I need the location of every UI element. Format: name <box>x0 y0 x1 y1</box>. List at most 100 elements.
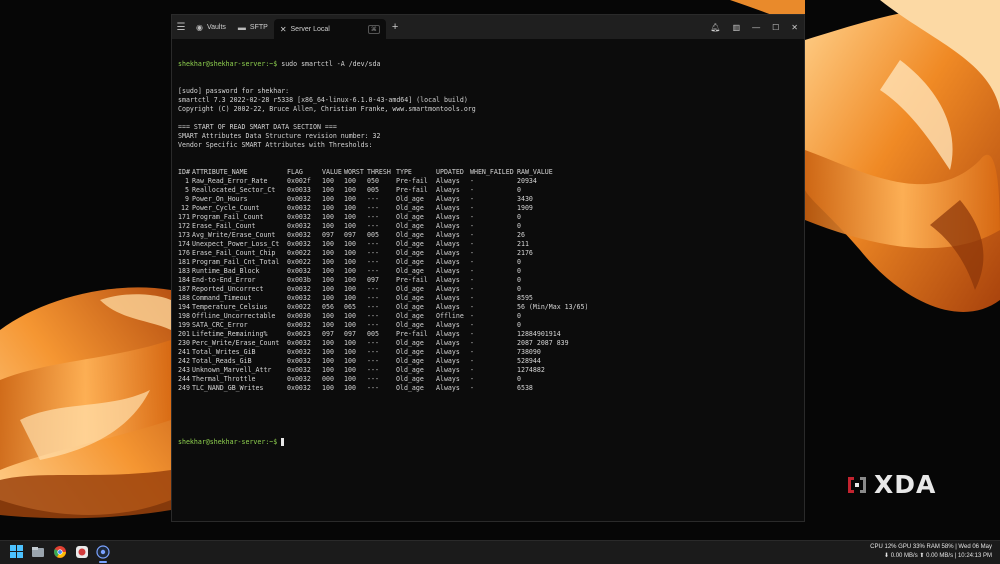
table-cell: End-to-End_Error <box>192 276 256 284</box>
table-cell: 100 <box>322 249 334 257</box>
table-cell: 100 <box>322 204 334 212</box>
table-cell: Raw_Read_Error_Rate <box>192 177 268 185</box>
title-bar[interactable]: ☰ ◉ Vaults ▬ SFTP ✕ Server Local ⌘ + 🔔︎ … <box>172 15 804 39</box>
table-cell: Always <box>436 366 460 374</box>
table-cell: 0 <box>517 186 521 194</box>
table-cell: Always <box>436 204 460 212</box>
header-lines: [sudo] password for shekhar: smartctl 7.3… <box>178 87 804 150</box>
table-cell: Always <box>436 285 460 293</box>
table-cell: - <box>470 366 474 374</box>
attribute-id: 174 <box>178 240 190 248</box>
table-cell: 211 <box>517 240 529 248</box>
terminal-app-icon[interactable] <box>96 545 110 563</box>
column-header: ID# <box>178 168 190 176</box>
attribute-id: 183 <box>178 267 190 275</box>
attribute-id: 194 <box>178 303 190 311</box>
table-cell: 100 <box>322 213 334 221</box>
table-cell: Old_age <box>396 231 424 239</box>
table-cell: 0 <box>517 321 521 329</box>
file-explorer-icon[interactable] <box>31 545 45 559</box>
table-cell: - <box>470 303 474 311</box>
table-cell: Old_age <box>396 249 424 257</box>
terminal-window[interactable]: ☰ ◉ Vaults ▬ SFTP ✕ Server Local ⌘ + 🔔︎ … <box>171 14 805 522</box>
attribute-id: 244 <box>178 375 190 383</box>
column-header: WHEN_FAILED <box>470 168 514 176</box>
app-icon[interactable] <box>75 545 89 559</box>
chrome-icon[interactable] <box>53 545 67 559</box>
table-cell: Unknown_Marvell_Attr <box>192 366 272 374</box>
table-cell: Program_Fail_Count <box>192 213 264 221</box>
table-cell: Always <box>436 375 460 383</box>
table-cell: Thermal_Throttle <box>192 375 256 383</box>
table-cell: Always <box>436 195 460 203</box>
table-cell: --- <box>367 357 379 365</box>
column-header: TYPE <box>396 168 412 176</box>
new-tab-icon[interactable]: + <box>392 21 398 33</box>
table-cell: --- <box>367 222 379 230</box>
text-cursor <box>281 438 285 446</box>
attribute-id: 172 <box>178 222 190 230</box>
table-cell: - <box>470 213 474 221</box>
minimize-icon[interactable]: — <box>752 23 760 32</box>
table-cell: Old_age <box>396 348 424 356</box>
table-cell: 100 <box>344 321 356 329</box>
table-cell: 0x0032 <box>287 213 311 221</box>
xda-logo-icon <box>846 474 868 496</box>
table-cell: 0x0032 <box>287 231 311 239</box>
table-cell: 6538 <box>517 384 533 392</box>
table-cell: 100 <box>322 222 334 230</box>
attribute-id: 181 <box>178 258 190 266</box>
final-prompt-line[interactable]: shekhar@shekhar-server:~$ <box>178 438 804 447</box>
table-cell: Old_age <box>396 258 424 266</box>
table-cell: - <box>470 294 474 302</box>
table-cell: 0x0032 <box>287 222 311 230</box>
header-line: === START OF READ SMART DATA SECTION === <box>178 123 337 131</box>
tab-sftp[interactable]: ▬ SFTP <box>232 18 274 36</box>
table-cell: 100 <box>344 249 356 257</box>
bell-icon[interactable]: 🔔︎ <box>710 23 720 32</box>
table-cell: Always <box>436 267 460 275</box>
menu-icon[interactable]: ☰ <box>172 15 190 39</box>
attribute-id: 1 <box>185 177 189 185</box>
windows-start-icon[interactable] <box>10 545 24 559</box>
table-cell: Old_age <box>396 303 424 311</box>
table-cell: Always <box>436 258 460 266</box>
table-cell: 100 <box>322 276 334 284</box>
chat-bubble-icon: ◉ <box>196 22 203 32</box>
table-cell: 100 <box>322 321 334 329</box>
table-cell: 1274882 <box>517 366 545 374</box>
table-cell: Old_age <box>396 312 424 320</box>
table-cell: 0x0022 <box>287 249 311 257</box>
system-tray: CPU 12% GPU 33% RAM 58% | Wed 06 May ⬇ 0… <box>870 543 992 561</box>
tab-server-local[interactable]: ✕ Server Local ⌘ <box>273 19 386 39</box>
table-cell: 005 <box>367 330 379 338</box>
attribute-id: 9 <box>185 195 189 203</box>
table-cell: --- <box>367 303 379 311</box>
table-cell: 100 <box>344 312 356 320</box>
table-cell: 0x0023 <box>287 330 311 338</box>
tab-shortcut-badge: ⌘ <box>367 24 380 34</box>
table-cell: 100 <box>344 258 356 266</box>
table-cell: 528944 <box>517 357 541 365</box>
close-tab-icon[interactable]: ✕ <box>280 25 287 34</box>
attribute-id: 5 <box>185 186 189 194</box>
table-cell: - <box>470 339 474 347</box>
terminal-output[interactable]: shekhar@shekhar-server:~$ sudo smartctl … <box>172 39 804 465</box>
table-cell: 0x0032 <box>287 240 311 248</box>
table-cell: Old_age <box>396 204 424 212</box>
attribute-id: 243 <box>178 366 190 374</box>
table-cell: - <box>470 222 474 230</box>
sidebar-toggle-icon[interactable]: ▥ <box>733 23 741 32</box>
table-cell: Always <box>436 276 460 284</box>
table-cell: Command_Timeout <box>192 294 252 302</box>
table-cell: 005 <box>367 231 379 239</box>
table-cell: Pre-fail <box>396 276 428 284</box>
table-cell: --- <box>367 258 379 266</box>
close-window-icon[interactable]: ✕ <box>791 23 798 32</box>
maximize-icon[interactable]: ☐ <box>772 23 779 32</box>
tab-vaults[interactable]: ◉ Vaults <box>190 18 232 36</box>
table-cell: - <box>470 384 474 392</box>
table-cell: --- <box>367 384 379 392</box>
table-cell: 100 <box>344 339 356 347</box>
table-cell: 056 <box>322 303 334 311</box>
